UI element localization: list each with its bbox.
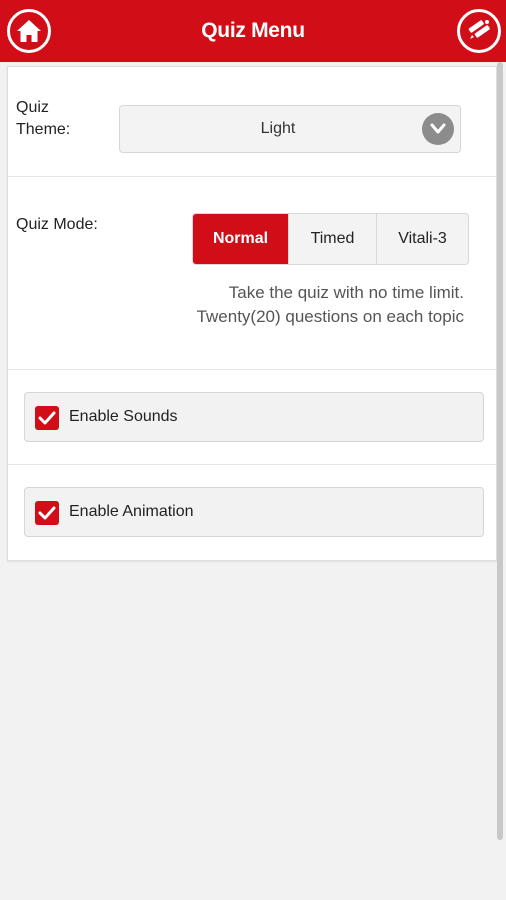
animation-section: Enable Animation xyxy=(8,465,496,560)
app-header: Quiz Menu xyxy=(0,0,506,62)
mode-label: Quiz Mode: xyxy=(16,216,98,233)
mode-section: Quiz Mode: Normal Timed Vitali-3 Take th… xyxy=(8,177,496,370)
mode-timed-button[interactable]: Timed xyxy=(289,214,377,264)
edit-button[interactable] xyxy=(457,9,501,53)
theme-label: Quiz Theme: xyxy=(16,99,71,138)
mode-segmented-control: Normal Timed Vitali-3 xyxy=(192,213,469,265)
theme-select[interactable]: Light xyxy=(119,105,461,153)
page-title: Quiz Menu xyxy=(201,19,305,42)
sounds-checkbox[interactable] xyxy=(35,406,59,430)
edit-icon xyxy=(468,20,490,39)
animation-label: Enable Animation xyxy=(69,503,194,520)
scrollbar[interactable] xyxy=(497,62,503,840)
chevron-down-icon xyxy=(422,113,454,145)
animation-checkbox[interactable] xyxy=(35,501,59,525)
mode-description-line1: Take the quiz with no time limit. xyxy=(228,283,464,302)
sounds-section: Enable Sounds xyxy=(8,370,496,465)
theme-section: Quiz Theme: Light xyxy=(8,67,496,177)
enable-sounds-toggle[interactable]: Enable Sounds xyxy=(24,392,484,442)
checkmark-icon xyxy=(38,506,56,520)
mode-normal-button[interactable]: Normal xyxy=(193,214,289,264)
checkmark-icon xyxy=(38,411,56,425)
enable-animation-toggle[interactable]: Enable Animation xyxy=(24,487,484,537)
mode-description-line2: Twenty(20) questions on each topic xyxy=(196,307,464,326)
settings-panel: Quiz Theme: Light Quiz Mode: Normal Time… xyxy=(7,66,497,561)
mode-vitali-button[interactable]: Vitali-3 xyxy=(377,214,468,264)
sounds-label: Enable Sounds xyxy=(69,408,178,425)
theme-select-value: Light xyxy=(260,120,296,137)
